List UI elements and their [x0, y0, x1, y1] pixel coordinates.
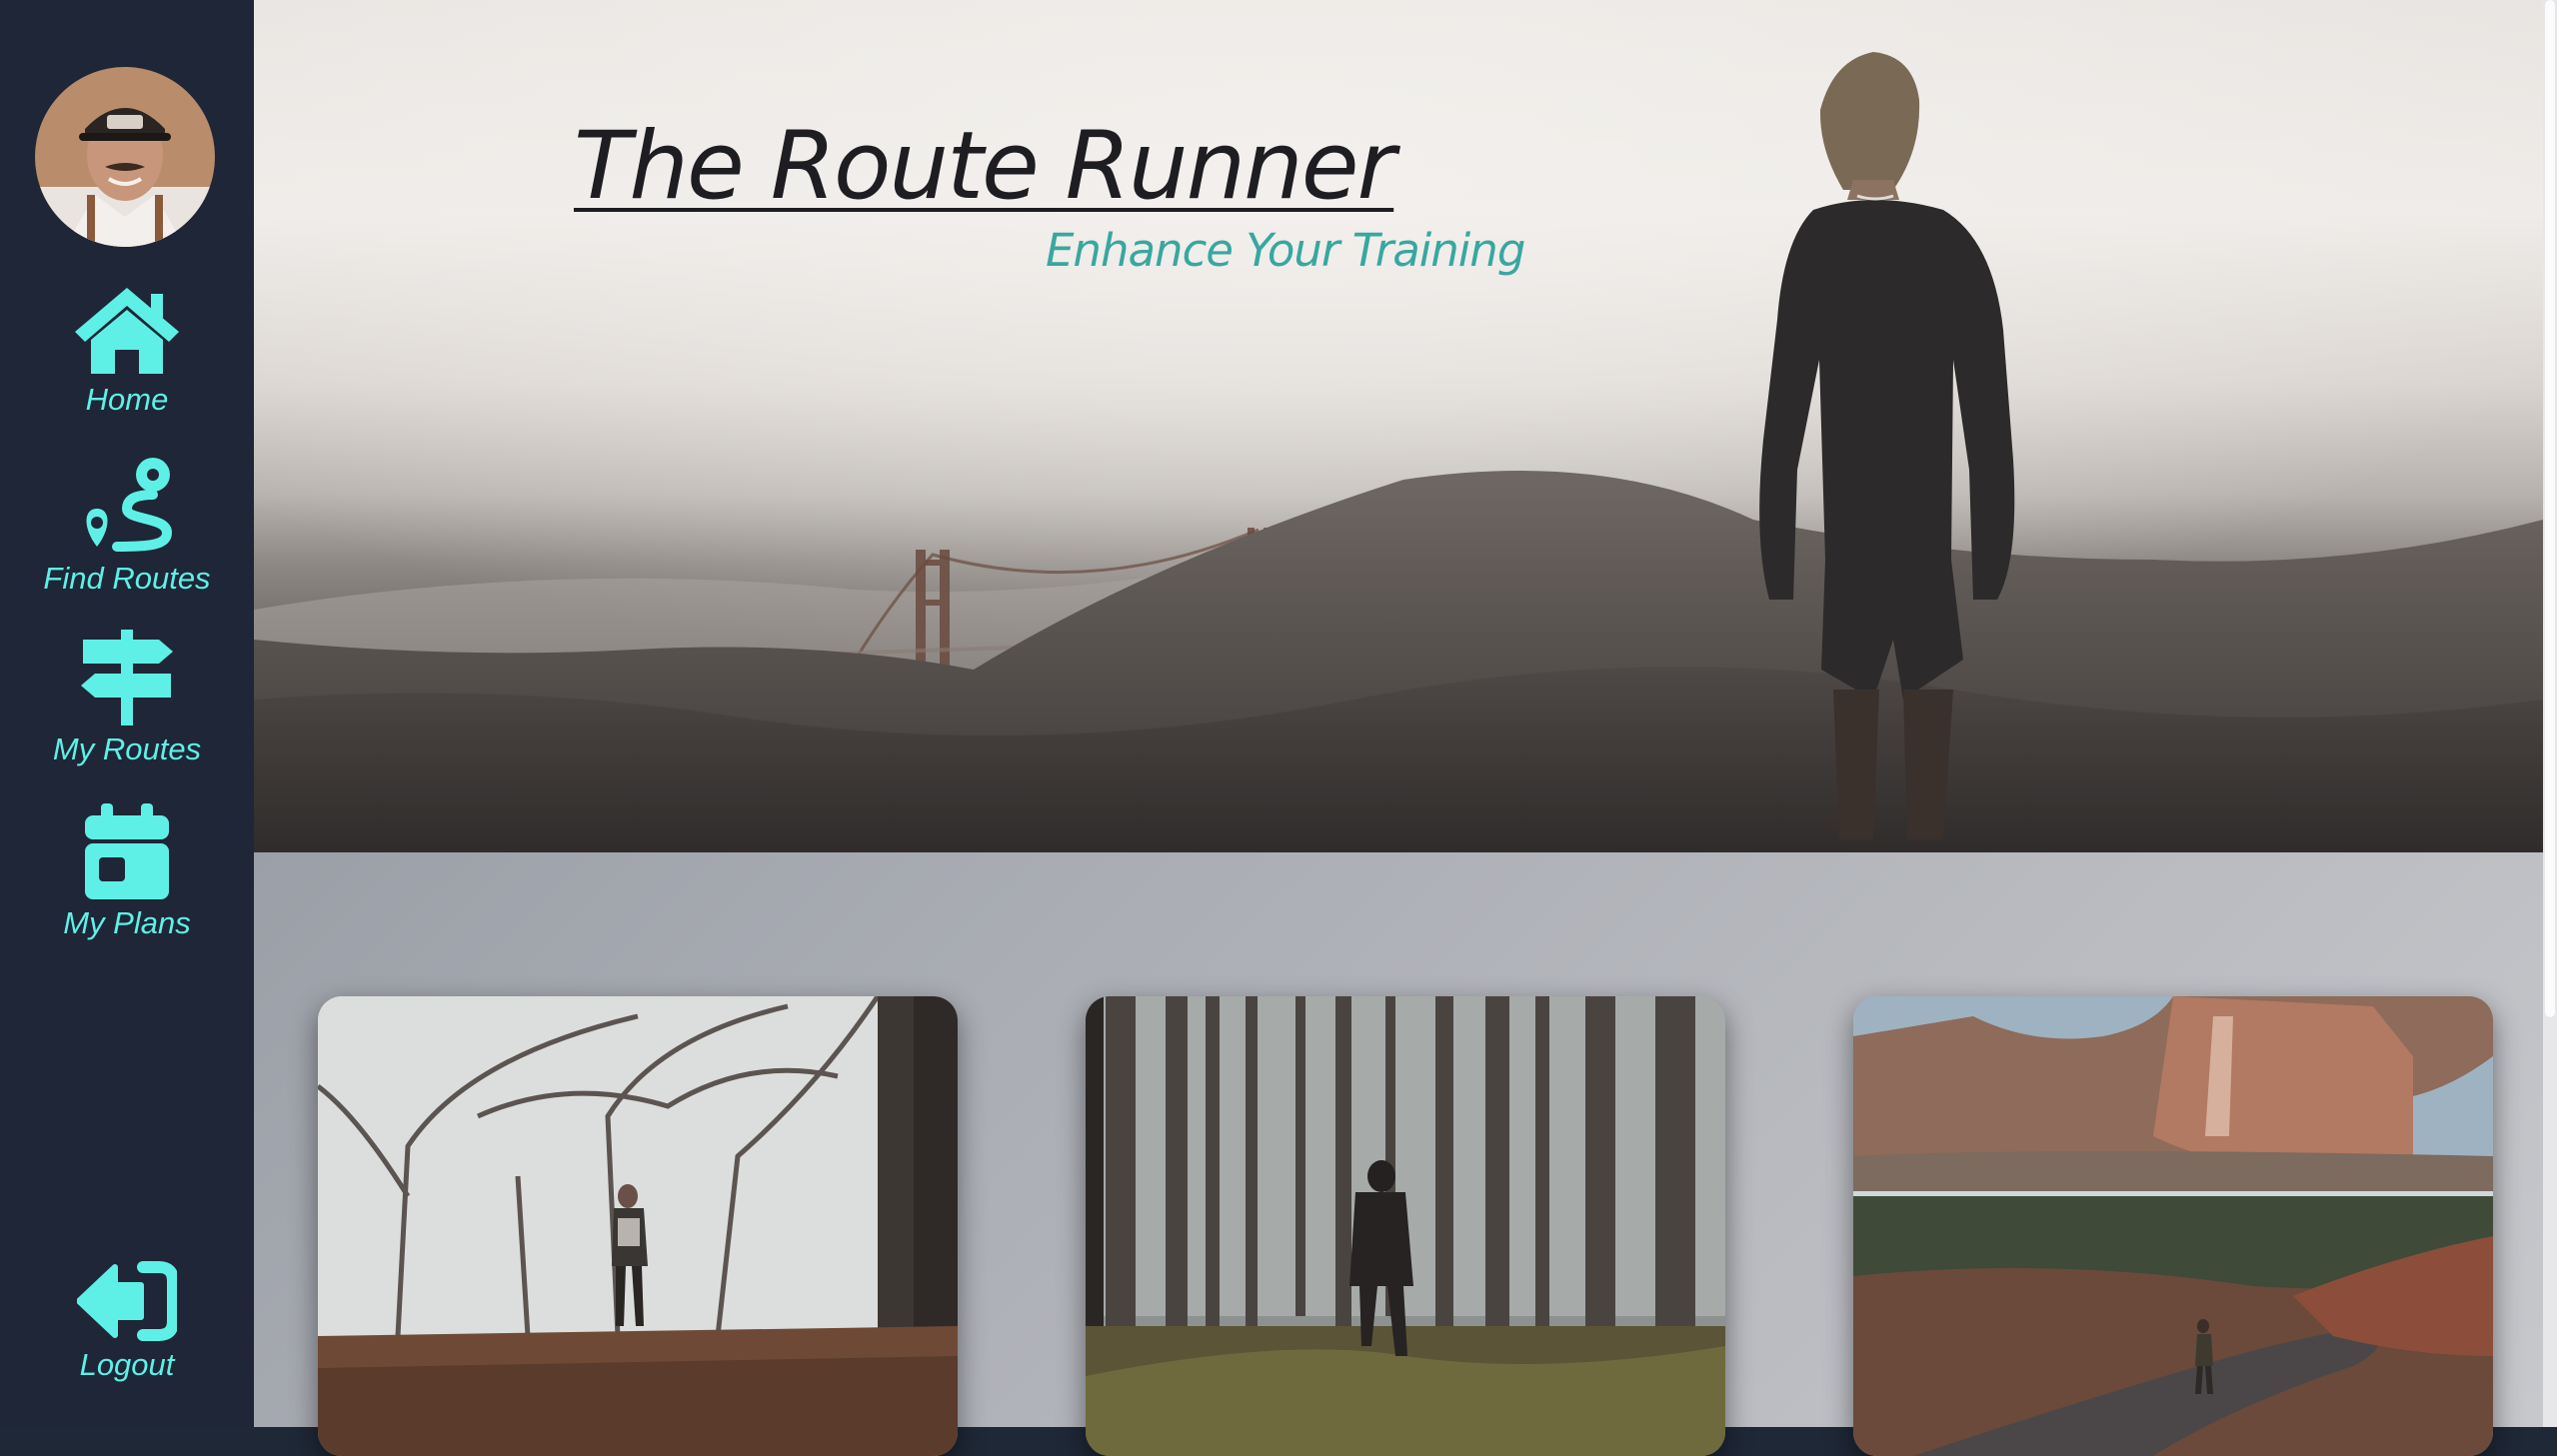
sidebar: Home Find Routes My Routes My Plans Logo…	[0, 0, 254, 1427]
page-subtitle: Enhance Your Training	[1046, 224, 1525, 277]
sidebar-item-label: My Plans	[63, 905, 191, 940]
page-title: The Route Runner	[574, 112, 1395, 221]
sidebar-item-label: Home	[85, 382, 169, 417]
sidebar-item-home[interactable]: Home	[0, 286, 254, 418]
scrollbar[interactable]	[2543, 0, 2557, 1427]
sidebar-item-my-plans[interactable]: My Plans	[0, 803, 254, 941]
user-avatar[interactable]	[35, 67, 215, 247]
sidebar-item-my-routes[interactable]: My Routes	[0, 630, 254, 767]
calendar-icon	[85, 803, 169, 899]
route-icon	[86, 458, 173, 552]
logout-icon	[77, 1261, 177, 1341]
route-card[interactable]	[1086, 996, 1725, 1456]
route-card[interactable]	[1853, 996, 2493, 1456]
foggy-park-image	[318, 996, 958, 1456]
route-card[interactable]	[318, 996, 958, 1456]
main-content: The Route Runner Enhance Your Training	[254, 0, 2543, 1456]
canyon-image	[1853, 996, 2493, 1456]
route-cards	[254, 852, 2543, 1456]
home-icon	[75, 288, 179, 374]
signpost-icon	[81, 630, 173, 726]
sidebar-item-label: My Routes	[52, 731, 202, 766]
sidebar-item-label: Find Routes	[43, 561, 211, 596]
scrollbar-thumb[interactable]	[2545, 0, 2555, 1017]
sidebar-item-find-routes[interactable]: Find Routes	[0, 455, 254, 597]
logout-button[interactable]: Logout	[0, 1261, 254, 1383]
hero-banner: The Route Runner Enhance Your Training	[254, 0, 2543, 852]
forest-image	[1086, 996, 1725, 1456]
avatar-photo	[35, 67, 215, 247]
logout-label: Logout	[79, 1347, 175, 1382]
